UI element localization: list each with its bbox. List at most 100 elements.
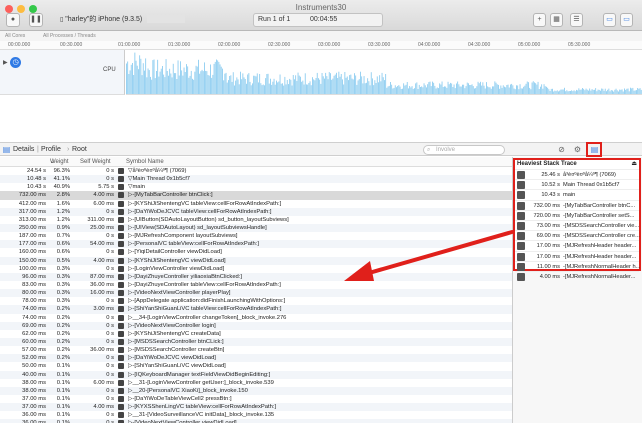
symbol-name-cell: ▷-[UIView(SDAutoLayout) sd_layoutSubview… xyxy=(128,224,267,231)
stack-frame-row[interactable]: 720.00 ms -[MyTabBarController setS... xyxy=(515,209,639,220)
strategy-button[interactable]: ☰ xyxy=(570,13,583,27)
table-row[interactable]: 36.00 ms 0.1% 0 s ▷__31-[VideoSurveillanceV… xyxy=(0,411,512,419)
table-row[interactable]: 60.00 ms 0.2% 0 s ▷-[MSDSSearchController b… xyxy=(0,337,512,347)
cpu-activity-svg xyxy=(126,52,642,94)
table-row[interactable]: 732.00 ms 2.8% 4.00 ms ▷-[MyTabBarControlle… xyxy=(0,191,512,200)
strategy-icon: ☰ xyxy=(573,16,580,23)
stack-frame-row[interactable]: 10.43 s main xyxy=(515,189,639,200)
breadcrumb-profile[interactable]: Profile xyxy=(41,143,61,156)
table-row[interactable]: 10.48 s 41.1% 0 s ▽Main Thread 0x1b5cf7 xyxy=(0,175,512,184)
weight-cell: 36.00 ms xyxy=(22,412,46,419)
table-row[interactable]: 37.00 ms 0.1% 0 s ▷-[DaYiWoDeTableViewCell2… xyxy=(0,395,512,403)
table-row[interactable]: 69.00 ms 0.2% 0 s ▷-[VideoNextViewControlle… xyxy=(0,321,512,330)
toggle-inspector-button[interactable]: ▭ xyxy=(620,13,633,27)
table-row[interactable]: 78.00 ms 0.3% 0 s ▷-[AppDelegate applicatio… xyxy=(0,297,512,305)
symbol-name-cell: ▷-[VideoNextViewController playerPlay] xyxy=(128,290,231,297)
call-tree[interactable]: 24.54 s 96.3% 0 s ▽å³è¤ºè¤ºå¼º¶ (7069) 10.48… xyxy=(0,167,512,423)
self-weight-cell: 0 s xyxy=(106,233,114,240)
timeline-ruler[interactable]: 00:00.000 00:30.000 01:00.000 01:30.000 … xyxy=(0,41,642,50)
weight-percent-cell: 0.3% xyxy=(56,281,70,288)
symbol-name-cell: ▷-[IQKeyboardManager textFieldViewDidBeg… xyxy=(128,371,271,378)
stack-frame-row[interactable]: 17.00 ms -[MJRefreshHeader header... xyxy=(515,250,639,261)
person-icon xyxy=(517,201,525,210)
search-field[interactable]: ⌕ Involve xyxy=(423,145,505,155)
cpu-usage-graph[interactable] xyxy=(126,50,642,95)
filter-bar: All Cores All Processes / Threads xyxy=(0,31,642,41)
self-weight-cell: 6.00 ms xyxy=(93,200,114,207)
gear-icon[interactable]: ⚙ xyxy=(572,144,583,155)
person-icon xyxy=(118,200,124,207)
weight-percent-cell: 0.1% xyxy=(56,395,70,402)
target-device-selector[interactable]: ▯ "harley"的 iPhone (9.3.5) xyxy=(60,13,186,27)
record-button[interactable]: ● xyxy=(6,13,20,27)
weight-percent-cell: 0.3% xyxy=(56,290,70,297)
table-row[interactable]: 36.00 ms0.1%0 s ▷-[VideoNextViewControlle… xyxy=(0,419,512,423)
disclosure-triangle-icon[interactable]: ▶ xyxy=(3,59,8,66)
table-row[interactable]: 313.00 ms 1.2% 311.00 ms ▷-[UIButton(SDAuto… xyxy=(0,216,512,224)
table-row[interactable]: 57.00 ms 0.2% 36.00 ms ▷-[MSDSSearchControl… xyxy=(0,346,512,354)
table-row[interactable]: 37.00 ms 0.1% 4.00 ms ▷-[KYXSShenLingVC tab… xyxy=(0,403,512,412)
stack-frame-row[interactable]: 732.00 ms -[MyTabBarController btnC... xyxy=(515,199,639,210)
stack-frame-row[interactable]: 69.00 ms -[MSDSSearchController cre... xyxy=(515,230,640,241)
table-row[interactable]: 38.00 ms 0.1% 6.00 ms ▷__31-[LoginViewContr… xyxy=(0,379,512,387)
toggle-detail-button[interactable]: ▭ xyxy=(603,13,616,27)
table-row[interactable]: 38.00 ms 0.1% 0 s ▷__20-[PersonalVC XiaoKi]… xyxy=(0,386,512,395)
table-row[interactable]: 50.00 ms 0.1% 0 s ▷-[ShiYanShiGuanLiVC view… xyxy=(0,362,512,370)
table-row[interactable]: 10.43 s 40.9% 5.75 s ▽main xyxy=(0,183,512,191)
library-button[interactable]: ▦ xyxy=(550,13,563,27)
all-cores-filter[interactable]: All Cores xyxy=(5,31,25,41)
clock-icon[interactable]: ⊘ xyxy=(556,144,567,155)
person-icon xyxy=(118,338,124,345)
column-weight[interactable]: Weight ⌄ xyxy=(50,157,69,167)
stack-frame-row[interactable]: 25.46 s å³è¤ºè¤ºå¼º¶ (7069) xyxy=(515,169,639,179)
stack-frame-row[interactable]: 73.00 ms -[MSDSSearchController vie... xyxy=(515,219,639,230)
all-processes-filter[interactable]: All Processes / Threads xyxy=(43,31,96,41)
table-row[interactable]: 40.00 ms 0.1% 0 s ▷-[IQKeyboardManager text… xyxy=(0,370,512,379)
breadcrumb-root[interactable]: Root xyxy=(72,143,87,156)
stack-frame-row[interactable]: 10.52 s Main Thread 0x1b5cf7 xyxy=(515,179,639,190)
person-icon xyxy=(118,265,124,272)
stack-frame-row[interactable]: 11.00 ms -[MJRefreshNormalHeader h... xyxy=(515,260,640,271)
person-icon xyxy=(118,208,124,215)
self-weight-cell: 4.00 ms xyxy=(93,404,114,411)
table-row[interactable]: 80.00 ms 0.3% 16.00 ms ▷-[VideoNextViewCont… xyxy=(0,289,512,298)
stack-frame-row[interactable]: 4.00 ms -[MJRefreshNormalHeader... xyxy=(515,270,639,281)
person-icon xyxy=(118,330,124,337)
column-self-weight[interactable]: Self Weight xyxy=(80,157,111,167)
symbol-name-cell: ▷-[DayiZhuyeController tableView:cellFor… xyxy=(128,281,281,288)
symbol-name-cell: ▷__20-[PersonalVC XiaoKi]_block_invoke.1… xyxy=(128,387,248,394)
weight-cell: 37.00 ms xyxy=(22,404,46,411)
symbol-name-cell: ▷-[DayiZhuyeController yiliaoxiaBtnClick… xyxy=(128,273,242,280)
table-row[interactable]: 62.00 ms 0.2% 0 s ▷-[KYShiJiShentengVC crea… xyxy=(0,330,512,338)
collapse-icon[interactable]: ⏏ xyxy=(631,160,637,167)
call-tree-header: Weight ⌄ Self Weight Symbol Name xyxy=(0,157,512,167)
table-row[interactable]: 74.00 ms 0.2% 3.00 ms ▷-[ShiYanShiGuanLiVC … xyxy=(0,305,512,314)
table-row[interactable]: 412.00 ms 1.6% 6.00 ms ▷-[KYShiJiShentengVC… xyxy=(0,200,512,208)
column-symbol-name[interactable]: Symbol Name xyxy=(126,157,164,167)
table-row[interactable]: 317.00 ms 1.2% 0 s ▷-[DaYiWoDeJCVC tableVie… xyxy=(0,207,512,216)
self-weight-cell: 0 s xyxy=(106,314,114,321)
self-weight-cell: 0 s xyxy=(106,249,114,256)
weight-cell: 313.00 ms xyxy=(18,216,46,223)
self-weight-cell: 0 s xyxy=(106,387,114,394)
cpu-track-header[interactable]: ▶ ◷ CPU xyxy=(0,50,125,95)
table-row[interactable]: 52.00 ms 0.2% 0 s ▷-[DaYiWoDeJCVC viewDidLo… xyxy=(0,354,512,363)
symbol-name-cell: ▷-[MSDSSearchController createBtn] xyxy=(128,347,225,354)
device-icon: ▯ xyxy=(60,17,64,23)
person-icon xyxy=(118,371,124,378)
pause-button[interactable]: ❚❚ xyxy=(29,13,43,27)
breadcrumb-details[interactable]: Details xyxy=(13,143,34,156)
weight-cell: 74.00 ms xyxy=(22,306,46,313)
person-icon xyxy=(118,281,124,288)
stack-frame-row[interactable]: 17.00 ms -[MJRefreshHeader header... xyxy=(515,240,639,251)
symbol-name-cell: ▷-[KYShiJiShentengVC viewDidLoad] xyxy=(128,257,226,264)
weight-cell: 74.00 ms xyxy=(22,314,46,321)
table-row[interactable]: 24.54 s 96.3% 0 s ▽å³è¤ºè¤ºå¼º¶ (7069) xyxy=(0,167,512,175)
target-process-field[interactable] xyxy=(147,15,186,24)
table-row[interactable]: 74.00 ms 0.2% 0 s ▷__34-[LoginViewControlle… xyxy=(0,314,512,322)
ruler-tick: 05:30.000 xyxy=(568,42,591,48)
person-icon xyxy=(118,347,124,354)
add-instrument-button[interactable]: + xyxy=(533,13,546,27)
weight-cell: 187.00 ms xyxy=(18,233,46,240)
self-weight-cell: 0 s xyxy=(106,265,114,272)
